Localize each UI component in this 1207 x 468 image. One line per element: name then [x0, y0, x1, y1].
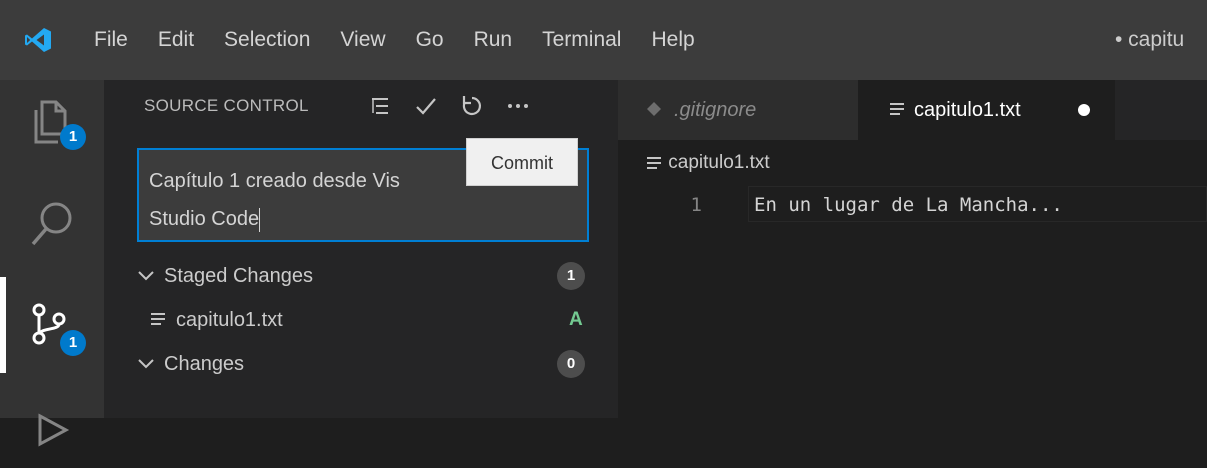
text-file-icon — [151, 313, 165, 325]
commit-message-line-2: Studio Code — [149, 208, 260, 230]
commit-message-line-2-wrapper: Studio Code — [149, 200, 577, 238]
menu-edit[interactable]: Edit — [143, 0, 209, 80]
activity-run[interactable] — [0, 380, 104, 468]
commit-tooltip: Commit — [466, 138, 578, 186]
gitignore-file-icon — [647, 102, 661, 116]
added-status-badge: A — [569, 309, 583, 330]
chevron-down-icon — [138, 359, 154, 369]
text-file-icon — [890, 103, 904, 115]
explorer-badge: 1 — [60, 124, 86, 150]
tab-capitulo1-label: capitulo1.txt — [914, 99, 1021, 121]
code-line[interactable]: En un lugar de La Mancha... — [754, 190, 1063, 220]
staged-count-badge: 1 — [557, 262, 585, 290]
staged-file-name: capitulo1.txt — [176, 309, 283, 331]
commit-button[interactable] — [404, 88, 448, 124]
staged-file-row[interactable]: capitulo1.txt A — [104, 298, 618, 342]
title-bar: File Edit Selection View Go Run Terminal… — [0, 0, 1207, 80]
list-tree-icon — [372, 98, 388, 114]
refresh-button[interactable] — [450, 88, 494, 124]
unsaved-dot-icon[interactable] — [1078, 104, 1090, 116]
more-actions-button[interactable] — [496, 88, 540, 124]
staged-changes-group[interactable]: Staged Changes 1 — [104, 254, 618, 298]
menu-go[interactable]: Go — [401, 0, 459, 80]
check-icon — [416, 98, 436, 115]
menu-help[interactable]: Help — [636, 0, 709, 80]
view-as-tree-button[interactable] — [358, 88, 402, 124]
panel-title: SOURCE CONTROL — [144, 96, 309, 115]
activity-explorer[interactable]: 1 — [0, 80, 104, 168]
breadcrumb[interactable]: capitulo1.txt — [645, 148, 770, 178]
changes-count-badge: 0 — [557, 350, 585, 378]
refresh-icon — [462, 96, 481, 116]
text-caret — [259, 207, 261, 232]
staged-changes-label: Staged Changes — [164, 265, 314, 287]
chevron-down-icon — [138, 271, 154, 281]
menu-file[interactable]: File — [79, 0, 143, 80]
vscode-logo-icon — [25, 28, 51, 52]
ellipsis-icon — [508, 104, 528, 108]
menu-run[interactable]: Run — [459, 0, 528, 80]
scm-toolbar — [358, 88, 542, 124]
activity-bar: 1 1 — [0, 80, 104, 447]
run-icon — [38, 413, 70, 447]
text-file-icon — [647, 157, 661, 169]
breadcrumb-file: capitulo1.txt — [668, 152, 770, 173]
source-control-panel: SOURCE CONTROL Capítulo 1 creado desde V… — [104, 80, 618, 418]
menu-view[interactable]: View — [325, 0, 400, 80]
activity-search[interactable] — [0, 180, 104, 268]
menu-bar: File Edit Selection View Go Run Terminal… — [79, 0, 710, 80]
changes-group[interactable]: Changes 0 — [104, 342, 618, 386]
search-icon — [31, 202, 72, 246]
editor-tab-bar: .gitignore capitulo1.txt — [618, 80, 1207, 140]
tab-capitulo1[interactable]: capitulo1.txt — [858, 80, 1115, 140]
activity-source-control[interactable]: 1 — [0, 280, 104, 368]
changes-label: Changes — [164, 353, 245, 375]
window-title: • capitu — [1115, 28, 1185, 51]
menu-selection[interactable]: Selection — [209, 0, 325, 80]
tab-gitignore[interactable]: .gitignore — [618, 80, 858, 140]
menu-terminal[interactable]: Terminal — [527, 0, 636, 80]
scm-badge: 1 — [60, 330, 86, 356]
line-number: 1 — [690, 194, 702, 216]
tab-gitignore-label: .gitignore — [674, 99, 757, 121]
